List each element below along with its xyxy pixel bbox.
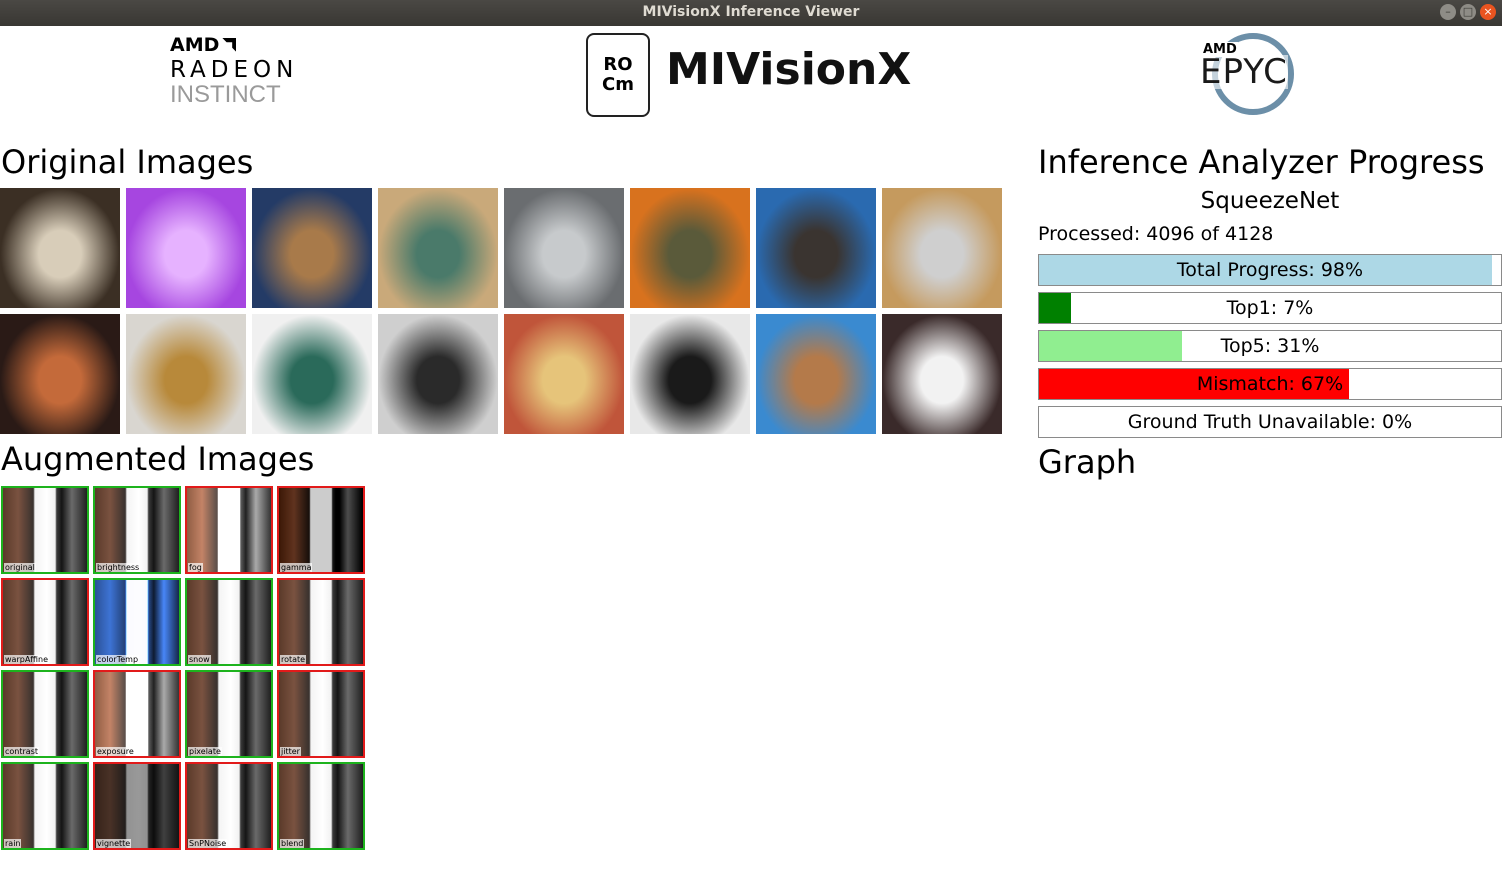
progress-bar-label: Ground Truth Unavailable: 0% [1127, 411, 1413, 433]
mivisionx-logo-text: MIVisionX [666, 44, 912, 95]
augmented-image-thumbnail [95, 580, 179, 664]
augmentation-label: rain [4, 839, 22, 848]
progress-bar-4: Ground Truth Unavailable: 0% [1038, 406, 1502, 438]
progress-bar-label: Top1: 7% [1226, 297, 1314, 319]
augmented-image-contrast: contrast [1, 670, 89, 758]
augmented-image-thumbnail [187, 764, 271, 848]
amd-wordmark: AMD [170, 34, 220, 56]
augmented-image-thumbnail [3, 580, 87, 664]
augmented-image-thumbnail [279, 488, 363, 572]
rocm-logo: RO Cm [586, 33, 650, 117]
graph-heading: Graph [1038, 443, 1137, 481]
augmented-image-jitter: jitter [277, 670, 365, 758]
augmentation-label: fog [188, 563, 203, 572]
augmented-image-thumbnail [187, 580, 271, 664]
amd-arrow-icon [222, 38, 237, 52]
augmented-image-rain: rain [1, 762, 89, 850]
augmentation-label: vignette [96, 839, 132, 848]
augmented-image-thumbnail [187, 672, 271, 756]
augmentation-label: exposure [96, 747, 135, 756]
augmented-image-vignette: vignette [93, 762, 181, 850]
original-image-police-car [630, 314, 750, 434]
augmentation-label: jitter [280, 747, 301, 756]
augmentation-label: colorTemp [96, 655, 140, 664]
original-image-wine-bottles [0, 188, 120, 308]
augmented-image-SnPNoise: SnPNoise [185, 762, 273, 850]
augmented-image-thumbnail [3, 672, 87, 756]
original-image-jeans [252, 188, 372, 308]
progress-bar-1: Top1: 7% [1038, 292, 1502, 324]
augmentation-label: blend [280, 839, 305, 848]
window-titlebar: MIVisionX Inference Viewer – □ × [0, 0, 1502, 26]
augmented-image-colorTemp: colorTemp [93, 578, 181, 666]
progress-bar-0: Total Progress: 98% [1038, 254, 1502, 286]
maximize-button[interactable]: □ [1460, 4, 1476, 20]
original-image-golden-retriever [882, 188, 1002, 308]
radeon-wordmark: RADEON [170, 57, 299, 83]
augmented-image-thumbnail [279, 764, 363, 848]
original-image-harp [126, 314, 246, 434]
original-image-fly [252, 314, 372, 434]
augmented-image-thumbnail [95, 488, 179, 572]
original-image-hamster [378, 188, 498, 308]
original-image-wedding [882, 314, 1002, 434]
augmentation-label: snow [188, 655, 211, 664]
augmented-image-fog: fog [185, 486, 273, 574]
augmented-image-thumbnail [279, 672, 363, 756]
original-images-heading: Original Images [1, 143, 254, 181]
augmentation-label: rotate [280, 655, 307, 664]
augmented-image-thumbnail [95, 672, 179, 756]
augmented-image-blend: blend [277, 762, 365, 850]
original-image-mailbox [756, 188, 876, 308]
progress-bar-label: Top5: 31% [1220, 335, 1320, 357]
augmented-image-thumbnail [3, 764, 87, 848]
amd-radeon-instinct-logo: AMD RADEON INSTINCT [170, 34, 340, 114]
original-image-pumpkin [630, 188, 750, 308]
augmented-image-warpAffine: warpAffine [1, 578, 89, 666]
augmented-image-gamma: gamma [277, 486, 365, 574]
progress-bar-3: Mismatch: 67% [1038, 368, 1502, 400]
processed-count: Processed: 4096 of 4128 [1038, 223, 1274, 245]
rocm-line1: RO [603, 54, 633, 75]
augmented-image-thumbnail [95, 764, 179, 848]
model-name: SqueezeNet [1200, 188, 1340, 214]
augmented-image-original: original [1, 486, 89, 574]
original-image-lake [756, 314, 876, 434]
original-image-hot-dog [504, 314, 624, 434]
window-title: MIVisionX Inference Viewer [642, 4, 860, 20]
augmented-image-thumbnail [187, 488, 271, 572]
augmentation-label: SnPNoise [188, 839, 228, 848]
epyc-wordmark: EPYC [1200, 52, 1288, 92]
augmented-image-thumbnail [3, 488, 87, 572]
progress-bar-label: Total Progress: 98% [1176, 259, 1364, 281]
augmented-images-heading: Augmented Images [1, 440, 315, 478]
progress-bar-label: Mismatch: 67% [1196, 373, 1344, 395]
augmentation-label: original [4, 563, 36, 572]
augmented-image-pixelate: pixelate [185, 670, 273, 758]
instinct-wordmark: INSTINCT [170, 81, 281, 108]
augmentation-label: pixelate [188, 747, 222, 756]
rocm-line2: Cm [602, 74, 634, 95]
augmented-image-rotate: rotate [277, 578, 365, 666]
augmentation-label: brightness [96, 563, 141, 572]
augmentation-label: warpAffine [4, 655, 50, 664]
augmented-image-thumbnail [279, 580, 363, 664]
augmented-image-exposure: exposure [93, 670, 181, 758]
original-image-perfume-bottle [126, 188, 246, 308]
close-button[interactable]: × [1480, 4, 1496, 20]
progress-bar-2: Top5: 31% [1038, 330, 1502, 362]
original-image-stingray [504, 188, 624, 308]
original-image-laptop [378, 314, 498, 434]
minimize-button[interactable]: – [1440, 4, 1456, 20]
original-image-basketball [0, 314, 120, 434]
augmented-image-snow: snow [185, 578, 273, 666]
inference-progress-heading: Inference Analyzer Progress [1038, 143, 1485, 181]
augmentation-label: gamma [280, 563, 313, 572]
augmented-image-brightness: brightness [93, 486, 181, 574]
amd-epyc-logo: AMD EPYC [1200, 33, 1310, 115]
augmentation-label: contrast [4, 747, 39, 756]
